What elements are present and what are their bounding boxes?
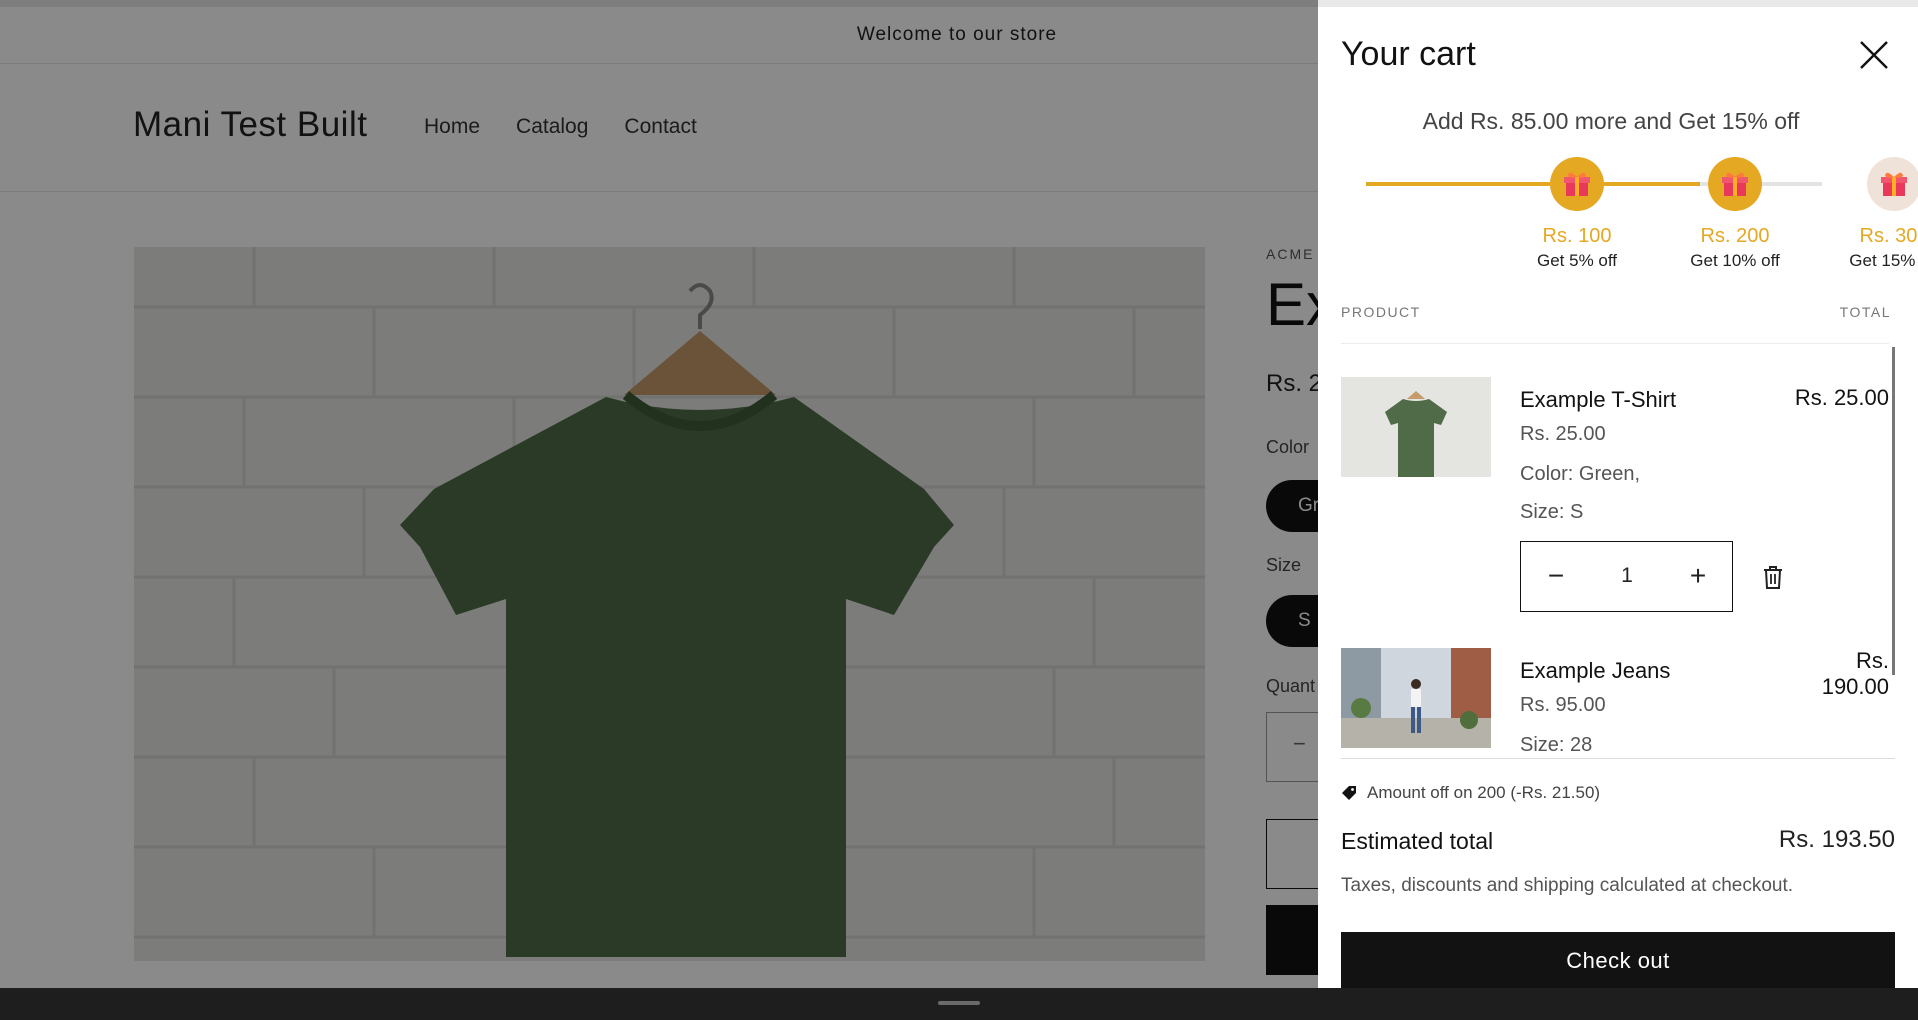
estimated-total-value: Rs. 193.50 [1778,826,1895,853]
discount-text: Amount off on 200 (-Rs. 21.50) [1367,783,1601,802]
estimated-total-label: Estimated total [1341,828,1494,854]
milestone-1-amount: Rs. 100 [1542,225,1612,247]
milestone-2-label: Get 10% off [1690,251,1780,270]
drawer-overlay[interactable] [0,0,1318,988]
header-divider [1341,343,1889,344]
cart-title: Your cart [1341,35,1476,73]
cart-drawer: Your cart Add Rs. 85.00 more and Get 15%… [1318,7,1918,988]
qty-plus-button[interactable]: + [1663,542,1733,610]
qty-minus-button[interactable]: − [1521,542,1591,610]
quantity-stepper: − 1 + [1520,541,1733,612]
item-thumbnail[interactable] [1341,377,1491,477]
item-line-total: Rs. 25.00 [1794,385,1889,410]
milestone-3-amount: Rs. 300 [1859,225,1918,247]
cart-scrollbar[interactable] [1892,347,1895,675]
milestone-3-label: Get 15% off [1849,251,1918,270]
jeans-thumb [1341,648,1491,748]
gift-icon [1550,157,1604,211]
trash-icon [1764,566,1782,589]
tshirt-thumb [1341,377,1491,477]
discount-row: Amount off on 200 (-Rs. 21.50) [1341,783,1600,803]
item-line-total-currency: Rs. [1856,648,1889,673]
milestone-2: Rs. 200 Get 10% off [1670,157,1800,271]
drag-handle[interactable] [938,1001,980,1005]
product-column-header: PRODUCT [1341,304,1421,320]
item-option-size: Size: 28 [1520,734,1593,756]
promo-message: Add Rs. 85.00 more and Get 15% off [1318,108,1886,135]
remove-item-button[interactable] [1761,564,1785,590]
item-option-size: Size: S [1520,501,1584,523]
gift-icon [1708,157,1762,211]
footer-divider [1341,758,1895,759]
item-thumbnail[interactable] [1341,648,1491,748]
item-line-total: Rs. 190.00 [1822,648,1889,700]
tax-note: Taxes, discounts and shipping calculated… [1341,875,1794,896]
milestone-2-amount: Rs. 200 [1700,225,1770,247]
total-column-header: TOTAL [1839,304,1891,320]
milestone-1: Rs. 100 Get 5% off [1512,157,1642,271]
promo-message-text: Add Rs. 85.00 more and Get 15% off [1422,108,1800,134]
item-unit-price: Rs. 25.00 [1520,423,1606,445]
milestone-1-label: Get 5% off [1536,251,1617,270]
qty-input[interactable]: 1 [1591,542,1663,610]
item-name[interactable]: Example T-Shirt [1520,387,1676,413]
item-unit-price: Rs. 95.00 [1520,694,1606,716]
tag-icon [1342,786,1356,800]
item-line-total-amount: 190.00 [1821,674,1889,699]
milestone-3: Rs. 300 Get 15% off [1829,157,1918,271]
checkout-button[interactable]: Check out [1341,932,1895,988]
item-option-color: Color: Green, [1520,463,1641,485]
gift-icon [1867,157,1918,211]
close-cart-button[interactable] [1856,37,1892,73]
bottom-bar [0,988,1918,1020]
item-name[interactable]: Example Jeans [1520,658,1670,684]
close-icon [1860,41,1888,69]
